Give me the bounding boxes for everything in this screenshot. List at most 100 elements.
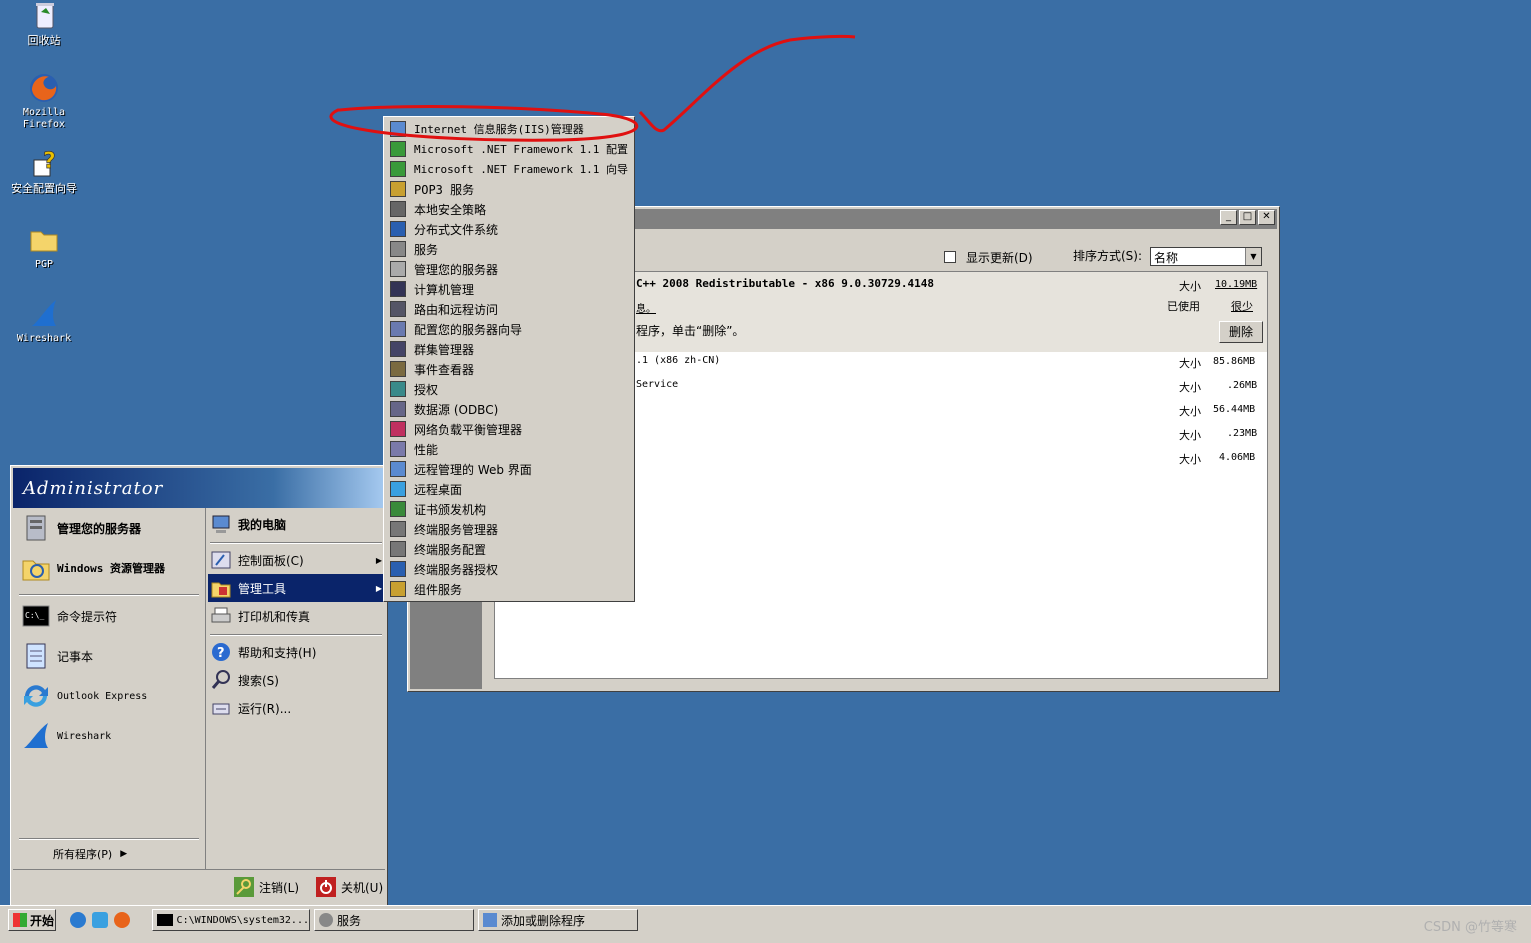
- submenu-item-label: 终端服务管理器: [414, 522, 499, 537]
- admin-tools-submenu: Internet 信息服务(IIS)管理器 Microsoft .NET Fram…: [383, 116, 635, 602]
- start-menu-right-pane: 我的电脑 控制面板(C) ▶ 管理工具 ▶ 打印机和传真 ? 帮助和支持(H) …: [205, 508, 386, 870]
- arrow-right-icon: ▶: [375, 555, 382, 565]
- taskbar-item-services[interactable]: 服务: [314, 909, 474, 931]
- submenu-item[interactable]: 远程管理的 Web 界面: [386, 459, 632, 479]
- start-item-wireshark[interactable]: Wireshark: [21, 722, 111, 750]
- start-item-run[interactable]: 运行(R)...: [210, 694, 291, 722]
- separator: [19, 838, 199, 840]
- start-item-outlook[interactable]: Outlook Express: [21, 682, 147, 710]
- used-label: 已使用: [1167, 300, 1200, 313]
- start-item-label: 命令提示符: [57, 609, 118, 624]
- submenu-item[interactable]: 授权: [386, 379, 632, 399]
- start-item-printers[interactable]: 打印机和传真: [210, 602, 310, 630]
- submenu-item[interactable]: 计算机管理: [386, 279, 632, 299]
- submenu-item[interactable]: 配置您的服务器向导: [386, 319, 632, 339]
- desktop-icon-label: Wireshark: [16, 333, 72, 344]
- admin-tool-icon: [390, 321, 406, 337]
- submenu-item[interactable]: 远程桌面: [386, 479, 632, 499]
- sort-select[interactable]: 名称 ▼: [1150, 247, 1262, 266]
- taskbar: 开始 C:\WINDOWS\system32... 服务 添加或删除程序 CSD…: [0, 905, 1531, 943]
- desktop-icon-recycle-bin[interactable]: 回收站: [4, 0, 84, 47]
- start-button[interactable]: 开始: [8, 909, 56, 931]
- size-label: 大小: [1179, 280, 1201, 293]
- submenu-item[interactable]: 本地安全策略: [386, 199, 632, 219]
- submenu-item[interactable]: 管理您的服务器: [386, 259, 632, 279]
- submenu-item[interactable]: 事件查看器: [386, 359, 632, 379]
- start-item-label: 我的电脑: [238, 517, 287, 532]
- submenu-item[interactable]: 群集管理器: [386, 339, 632, 359]
- program-name: Service: [636, 379, 679, 390]
- chevron-down-icon[interactable]: ▼: [1245, 248, 1261, 265]
- admin-tool-icon: [390, 361, 406, 377]
- start-item-manage-server[interactable]: 管理您的服务器: [21, 514, 141, 542]
- admin-tool-icon: [390, 421, 406, 437]
- submenu-item-label: 管理您的服务器: [414, 262, 499, 277]
- submenu-item[interactable]: 终端服务配置: [386, 539, 632, 559]
- close-button[interactable]: ✕: [1258, 210, 1275, 225]
- all-programs-button[interactable]: 所有程序(P) ▶: [53, 844, 127, 864]
- submenu-item-label: Internet 信息服务(IIS)管理器: [414, 123, 584, 136]
- submenu-item[interactable]: 服务: [386, 239, 632, 259]
- start-item-explorer[interactable]: Windows 资源管理器: [21, 554, 165, 582]
- outlook-express-icon[interactable]: [92, 912, 108, 928]
- submenu-item[interactable]: 网络负载平衡管理器: [386, 419, 632, 439]
- minimize-button[interactable]: _: [1220, 210, 1237, 225]
- maximize-button[interactable]: □: [1239, 210, 1256, 225]
- submenu-item-label: 数据源 (ODBC): [414, 402, 499, 417]
- size-value: 85.86MB: [1213, 356, 1256, 367]
- start-item-notepad[interactable]: 记事本: [21, 642, 93, 670]
- admin-tool-icon: [390, 121, 406, 137]
- taskbar-item-add-remove[interactable]: 添加或删除程序: [478, 909, 638, 931]
- desktop-icon-wireshark[interactable]: Wireshark: [4, 298, 84, 345]
- ie-icon[interactable]: [70, 912, 86, 928]
- desktop-icon-label: Mozilla Firefox: [22, 107, 66, 130]
- program-name: C++ 2008 Redistributable - x86 9.0.30729…: [636, 277, 935, 290]
- svg-text:C:\_: C:\_: [25, 611, 44, 620]
- submenu-item[interactable]: 性能: [386, 439, 632, 459]
- submenu-item[interactable]: 终端服务管理器: [386, 519, 632, 539]
- start-item-control-panel[interactable]: 控制面板(C) ▶: [210, 546, 386, 574]
- submenu-item[interactable]: 证书颁发机构: [386, 499, 632, 519]
- start-item-my-computer[interactable]: 我的电脑: [210, 510, 286, 538]
- submenu-item[interactable]: 路由和远程访问: [386, 299, 632, 319]
- window-controls: _ □ ✕: [1220, 210, 1275, 225]
- desktop-icon-pgp[interactable]: PGP: [4, 224, 84, 271]
- admin-tool-icon: [390, 501, 406, 517]
- desktop-icon-label: PGP: [34, 259, 54, 270]
- submenu-item[interactable]: 分布式文件系统: [386, 219, 632, 239]
- desktop-icon-label: 回收站: [27, 34, 61, 47]
- submenu-item[interactable]: Microsoft .NET Framework 1.1 向导: [386, 159, 632, 179]
- submenu-item[interactable]: POP3 服务: [386, 179, 632, 199]
- submenu-item[interactable]: 终端服务器授权: [386, 559, 632, 579]
- admin-tool-icon: [390, 441, 406, 457]
- start-item-admin-tools[interactable]: 管理工具 ▶: [208, 574, 386, 602]
- start-item-help[interactable]: ? 帮助和支持(H): [210, 638, 316, 666]
- show-updates-checkbox[interactable]: [944, 251, 956, 263]
- submenu-item-label: 服务: [414, 242, 439, 257]
- firefox-icon[interactable]: [114, 912, 130, 928]
- submenu-item[interactable]: Internet 信息服务(IIS)管理器: [386, 119, 632, 139]
- remove-hint: 程序，单击“删除”。: [636, 324, 745, 338]
- start-item-search[interactable]: 搜索(S): [210, 666, 279, 694]
- shutdown-label: 关机(U): [341, 880, 384, 895]
- support-link[interactable]: 息。: [636, 300, 656, 315]
- submenu-item[interactable]: 组件服务: [386, 579, 632, 599]
- shutdown-button[interactable]: 关机(U): [315, 874, 383, 900]
- admin-tool-icon: [390, 561, 406, 577]
- desktop-icon-label: 安全配置向导: [11, 182, 77, 195]
- key-icon: [233, 876, 255, 898]
- start-item-cmd[interactable]: C:\_ 命令提示符: [21, 602, 117, 630]
- admin-tool-icon: [390, 161, 406, 177]
- submenu-item[interactable]: Microsoft .NET Framework 1.1 配置: [386, 139, 632, 159]
- desktop-icon-firefox[interactable]: Mozilla Firefox: [4, 72, 84, 131]
- logoff-button[interactable]: 注销(L): [233, 874, 299, 900]
- sort-label: 排序方式(S):: [1073, 249, 1143, 263]
- submenu-item-label: 计算机管理: [414, 282, 475, 297]
- submenu-item[interactable]: 数据源 (ODBC): [386, 399, 632, 419]
- show-updates-label: 显示更新(D): [966, 251, 1033, 265]
- remove-button[interactable]: 删除: [1219, 321, 1263, 343]
- desktop-icon-security-wizard[interactable]: ? 安全配置向导: [4, 148, 84, 195]
- used-value: 很少: [1231, 300, 1253, 313]
- size-label: 大小: [1179, 405, 1201, 418]
- taskbar-item-cmd[interactable]: C:\WINDOWS\system32...: [152, 909, 310, 931]
